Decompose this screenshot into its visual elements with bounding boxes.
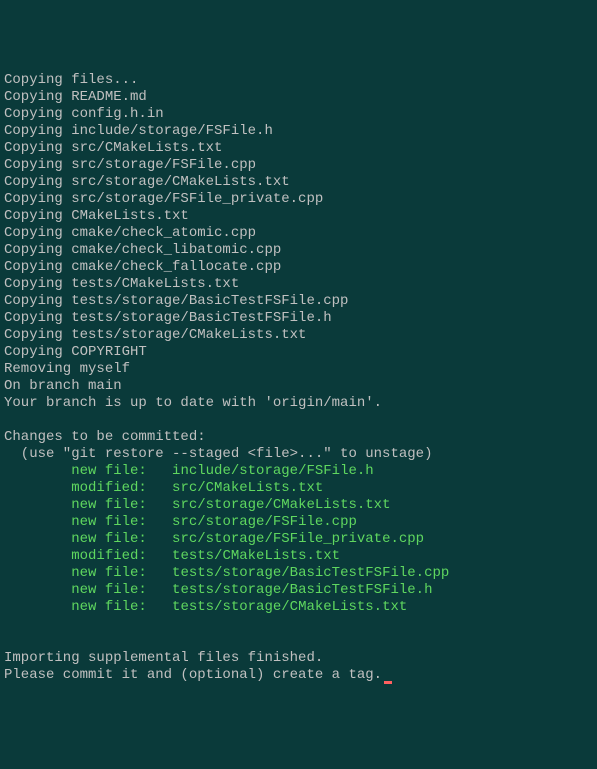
git-status-label: new file: xyxy=(71,531,172,547)
git-status-path: src/storage/FSFile_private.cpp xyxy=(172,531,424,547)
git-status-label: new file: xyxy=(71,463,172,479)
terminal-line: Copying COPYRIGHT xyxy=(4,344,593,361)
terminal-line: Copying src/storage/FSFile_private.cpp xyxy=(4,191,593,208)
git-status-label: new file: xyxy=(71,582,172,598)
git-status-label: new file: xyxy=(71,514,172,530)
terminal-line: Please commit it and (optional) create a… xyxy=(4,667,593,684)
terminal-line: Copying src/storage/CMakeLists.txt xyxy=(4,174,593,191)
terminal-line: new file: src/storage/FSFile_private.cpp xyxy=(4,531,593,548)
terminal-line: new file: include/storage/FSFile.h xyxy=(4,463,593,480)
terminal-line: Importing supplemental files finished. xyxy=(4,650,593,667)
terminal-line: new file: src/storage/FSFile.cpp xyxy=(4,514,593,531)
terminal-line: Copying tests/storage/BasicTestFSFile.h xyxy=(4,310,593,327)
git-status-path: src/storage/FSFile.cpp xyxy=(172,514,357,530)
terminal-line: Copying tests/CMakeLists.txt xyxy=(4,276,593,293)
terminal-line: Copying config.h.in xyxy=(4,106,593,123)
terminal-line: Copying files... xyxy=(4,72,593,89)
git-status-label: new file: xyxy=(71,565,172,581)
terminal-line xyxy=(4,633,593,650)
git-status-path: include/storage/FSFile.h xyxy=(172,463,374,479)
terminal-line: new file: src/storage/CMakeLists.txt xyxy=(4,497,593,514)
git-status-path: tests/storage/BasicTestFSFile.h xyxy=(172,582,432,598)
terminal-line: Copying src/CMakeLists.txt xyxy=(4,140,593,157)
git-status-path: tests/CMakeLists.txt xyxy=(172,548,340,564)
terminal-line: Copying cmake/check_atomic.cpp xyxy=(4,225,593,242)
terminal-line: modified: src/CMakeLists.txt xyxy=(4,480,593,497)
git-status-path: tests/storage/BasicTestFSFile.cpp xyxy=(172,565,449,581)
terminal-line: On branch main xyxy=(4,378,593,395)
terminal-line: Copying tests/storage/CMakeLists.txt xyxy=(4,327,593,344)
git-status-label: new file: xyxy=(71,497,172,513)
terminal-output[interactable]: Copying files...Copying README.mdCopying… xyxy=(4,72,593,684)
terminal-line: Copying tests/storage/BasicTestFSFile.cp… xyxy=(4,293,593,310)
terminal-line: Changes to be committed: xyxy=(4,429,593,446)
git-status-path: src/storage/CMakeLists.txt xyxy=(172,497,390,513)
terminal-line: (use "git restore --staged <file>..." to… xyxy=(4,446,593,463)
terminal-line xyxy=(4,616,593,633)
terminal-line: Copying cmake/check_fallocate.cpp xyxy=(4,259,593,276)
terminal-line: Removing myself xyxy=(4,361,593,378)
terminal-text: Please commit it and (optional) create a… xyxy=(4,667,382,683)
terminal-line: new file: tests/storage/BasicTestFSFile.… xyxy=(4,582,593,599)
terminal-line: Copying include/storage/FSFile.h xyxy=(4,123,593,140)
terminal-line: modified: tests/CMakeLists.txt xyxy=(4,548,593,565)
terminal-line: Copying CMakeLists.txt xyxy=(4,208,593,225)
terminal-line xyxy=(4,412,593,429)
terminal-line: Copying src/storage/FSFile.cpp xyxy=(4,157,593,174)
git-status-path: src/CMakeLists.txt xyxy=(172,480,323,496)
terminal-line: Your branch is up to date with 'origin/m… xyxy=(4,395,593,412)
terminal-line: new file: tests/storage/CMakeLists.txt xyxy=(4,599,593,616)
git-status-label: modified: xyxy=(71,548,172,564)
terminal-line: Copying cmake/check_libatomic.cpp xyxy=(4,242,593,259)
terminal-line: new file: tests/storage/BasicTestFSFile.… xyxy=(4,565,593,582)
cursor-icon xyxy=(384,681,392,684)
terminal-line: Copying README.md xyxy=(4,89,593,106)
git-status-label: modified: xyxy=(71,480,172,496)
